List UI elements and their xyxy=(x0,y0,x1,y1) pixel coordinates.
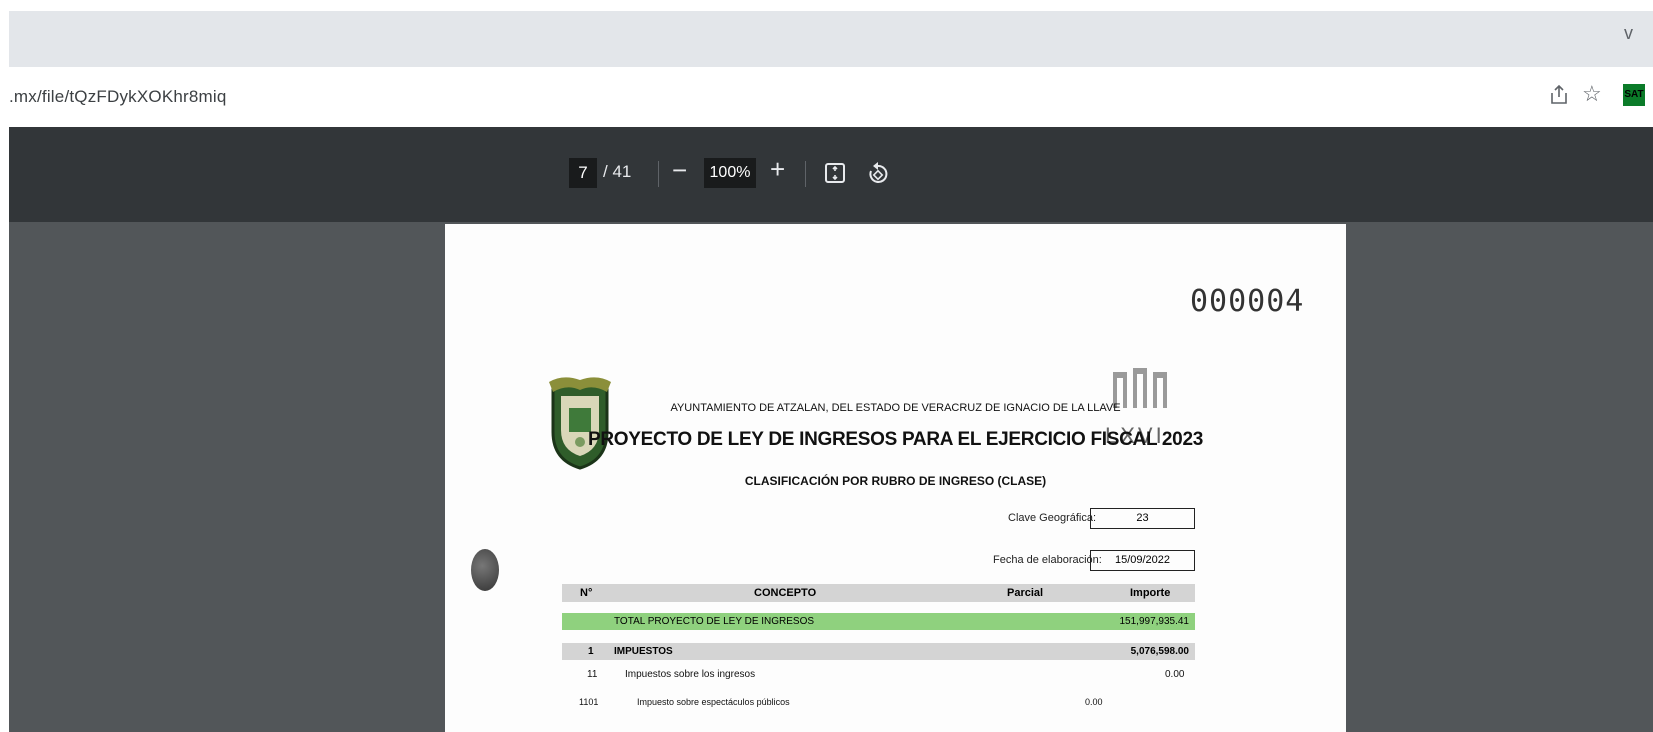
column-header-importe: Importe xyxy=(1130,587,1171,599)
zoom-out-button[interactable]: − xyxy=(672,155,687,186)
clave-geografica-value: 23 xyxy=(1090,508,1195,529)
extension-icon[interactable]: SAT xyxy=(1623,84,1645,106)
row-11-num: 11 xyxy=(587,669,598,680)
bookmark-star-icon[interactable]: ☆ xyxy=(1582,81,1602,107)
impuestos-value: 5,076,598.00 xyxy=(1130,646,1189,657)
row-1101-label: Impuesto sobre espectáculos públicos xyxy=(637,697,790,707)
rotate-icon[interactable] xyxy=(867,161,889,185)
fit-to-page-icon[interactable] xyxy=(824,162,846,184)
tab-search-chevron-icon[interactable]: v xyxy=(1624,23,1633,44)
page-total: / 41 xyxy=(603,162,632,181)
share-icon[interactable] xyxy=(1547,83,1571,107)
row-1101-num: 1101 xyxy=(579,697,599,707)
page-number-input[interactable]: 7 xyxy=(569,158,597,188)
clave-geografica-label: Clave Geográfica: xyxy=(1008,512,1097,524)
toolbar-divider xyxy=(658,161,659,187)
total-label: TOTAL PROYECTO DE LEY DE INGRESOS xyxy=(614,616,815,627)
impuestos-num: 1 xyxy=(588,646,594,657)
punch-hole xyxy=(471,549,499,591)
url-text[interactable]: .mx/file/tQzFDykXOKhr8miq xyxy=(9,87,227,107)
table-row-impuestos: 1 IMPUESTOS 5,076,598.00 xyxy=(562,643,1195,660)
document-subtitle: CLASIFICACIÓN POR RUBRO DE INGRESO (CLAS… xyxy=(744,474,1047,488)
table-header: N° CONCEPTO Parcial Importe xyxy=(562,584,1195,602)
address-bar: .mx/file/tQzFDykXOKhr8miq ☆ SAT xyxy=(9,67,1653,127)
zoom-in-button[interactable]: + xyxy=(770,154,785,185)
row-1101-value: 0.00 xyxy=(1085,697,1103,707)
table-row-total: TOTAL PROYECTO DE LEY DE INGRESOS 151,99… xyxy=(562,613,1195,630)
legislature-emblem-icon xyxy=(1113,368,1167,408)
organization-line: AYUNTAMIENTO DE ATZALAN, DEL ESTADO DE V… xyxy=(670,402,1121,414)
municipal-seal-icon xyxy=(549,377,611,470)
toolbar-divider xyxy=(805,161,806,187)
pdf-toolbar: 7 / 41 − 100% + xyxy=(9,127,1653,222)
document-number: 000004 xyxy=(1190,284,1305,319)
tab-strip: v xyxy=(9,11,1653,67)
column-header-concepto: CONCEPTO xyxy=(754,587,817,599)
total-value: 151,997,935.41 xyxy=(1119,616,1189,627)
row-11-value: 0.00 xyxy=(1165,669,1185,680)
impuestos-label: IMPUESTOS xyxy=(614,646,673,657)
fecha-elaboracion-value: 15/09/2022 xyxy=(1090,550,1195,571)
document-title: PROYECTO DE LEY DE INGRESOS PARA EL EJER… xyxy=(588,429,1203,450)
fecha-elaboracion-label: Fecha de elaboración: xyxy=(993,554,1102,566)
zoom-level-input[interactable]: 100% xyxy=(704,158,756,188)
column-header-num: N° xyxy=(580,587,593,599)
column-header-parcial: Parcial xyxy=(1007,587,1044,599)
row-11-label: Impuestos sobre los ingresos xyxy=(625,669,756,680)
pdf-viewer: 7 / 41 − 100% + 000004 LXVI AYUNTAMIENTO… xyxy=(9,127,1653,732)
pdf-page: 000004 LXVI AYUNTAMIENTO DE ATZALAN, DEL… xyxy=(445,224,1346,732)
